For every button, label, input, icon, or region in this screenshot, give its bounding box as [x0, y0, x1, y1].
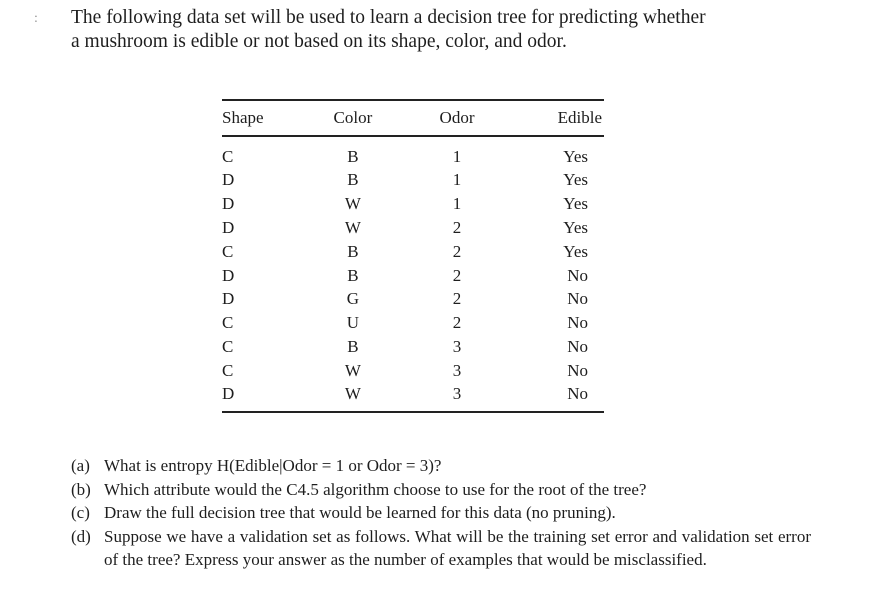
cell-color: G — [346, 289, 360, 309]
cell-shape: C — [222, 241, 234, 261]
cell-edible: No — [567, 265, 588, 285]
mushroom-data-table: Shape Color Odor Edible C B 1 Yes D B 1 Yes D W 1 Y… — [222, 99, 604, 414]
header-color: Color — [314, 99, 392, 137]
cell-edible: Yes — [563, 194, 588, 214]
table-row: C B 3 No — [222, 335, 604, 359]
table-body: C B 1 Yes D B 1 Yes D W 1 Yes D W 2 Yes C B 2 Yes D B 2 No D G 2 No… — [222, 136, 604, 414]
cell-edible: No — [567, 313, 588, 333]
cell-shape: C — [222, 147, 234, 166]
cell-edible: Yes — [563, 217, 588, 237]
table-row: D W 2 Yes — [222, 216, 604, 240]
cell-edible: Yes — [563, 241, 588, 261]
cell-color: W — [344, 360, 361, 380]
table-row: C U 2 No — [222, 311, 604, 335]
question-text: Draw the full decision tree that would b… — [104, 503, 616, 522]
question-text: Suppose we have a validation set as foll… — [104, 526, 811, 570]
cell-shape: D — [222, 382, 315, 414]
cell-odor: 2 — [452, 289, 462, 309]
cell-edible: No — [567, 289, 588, 309]
cell-odor: 2 — [452, 217, 462, 237]
table-row: C B 2 Yes — [222, 239, 604, 263]
cell-shape: C — [222, 313, 234, 333]
cell-odor: 1 — [452, 147, 462, 166]
table-row: D W 1 Yes — [222, 192, 604, 216]
cell-color: B — [347, 336, 359, 356]
cell-color: B — [347, 170, 359, 190]
cell-shape: D — [222, 170, 235, 190]
header-shape: Shape — [222, 99, 315, 137]
cell-color: B — [347, 241, 359, 261]
cell-odor: 2 — [452, 313, 462, 333]
cell-odor: 2 — [452, 241, 462, 261]
intro-line-2: a mushroom is edible or not based on its… — [71, 31, 567, 52]
question-text: Which attribute would the C4.5 algorithm… — [104, 479, 647, 499]
table-row: D G 2 No — [222, 287, 604, 311]
cell-odor: 2 — [452, 265, 462, 285]
intro-line-1: The following data set will be used to l… — [71, 7, 706, 28]
cell-color: U — [346, 313, 360, 333]
question-item: (a) What is entropy H(Edible|Odor = 1 or … — [71, 454, 811, 478]
question-label: (a) — [71, 456, 90, 475]
cell-color: W — [344, 217, 361, 237]
cell-color: W — [344, 194, 361, 214]
cell-odor: 3 — [391, 382, 523, 414]
question-item: (d) Suppose we have a validation set as f… — [71, 525, 811, 572]
cell-color: B — [347, 147, 359, 166]
table-header-row: Shape Color Odor Edible — [222, 99, 604, 137]
cell-shape: D — [222, 265, 235, 285]
cell-edible: No — [567, 360, 588, 380]
question-item: (b) Which attribute would the C4.5 algori… — [71, 478, 811, 502]
table-row: D B 1 Yes — [222, 168, 604, 192]
cell-edible: No — [567, 336, 588, 356]
table-row: D B 2 No — [222, 263, 604, 287]
cell-odor: 3 — [452, 336, 462, 356]
question-label: (d) — [71, 526, 91, 546]
cell-edible: Yes — [563, 147, 588, 166]
cell-shape: D — [222, 217, 235, 237]
header-odor: Odor — [391, 99, 523, 137]
cell-color: W — [314, 382, 392, 414]
cell-shape: D — [222, 194, 235, 214]
header-edible: Edible — [522, 99, 604, 137]
cell-shape: C — [222, 360, 234, 380]
cell-odor: 1 — [452, 194, 462, 214]
cell-odor: 1 — [452, 170, 462, 190]
intro-paragraph: The following data set will be used to l… — [71, 6, 831, 54]
table-row: D W 3 No — [222, 382, 604, 414]
cell-shape: D — [222, 289, 235, 309]
margin-marker: : — [34, 11, 38, 26]
cell-edible: No — [522, 382, 604, 414]
question-item: (c) Draw the full decision tree that woul… — [71, 501, 811, 525]
question-label: (c) — [71, 503, 90, 522]
cell-shape: C — [222, 336, 234, 356]
questions-list: (a) What is entropy H(Edible|Odor = 1 or … — [71, 454, 811, 572]
cell-odor: 3 — [452, 360, 462, 380]
table-row: C W 3 No — [222, 358, 604, 382]
question-label: (b) — [71, 479, 91, 499]
table-row: C B 1 Yes — [222, 136, 604, 168]
cell-color: B — [347, 265, 359, 285]
cell-edible: Yes — [563, 170, 588, 190]
question-text: What is entropy H(Edible|Odor = 1 or Odo… — [104, 456, 442, 475]
